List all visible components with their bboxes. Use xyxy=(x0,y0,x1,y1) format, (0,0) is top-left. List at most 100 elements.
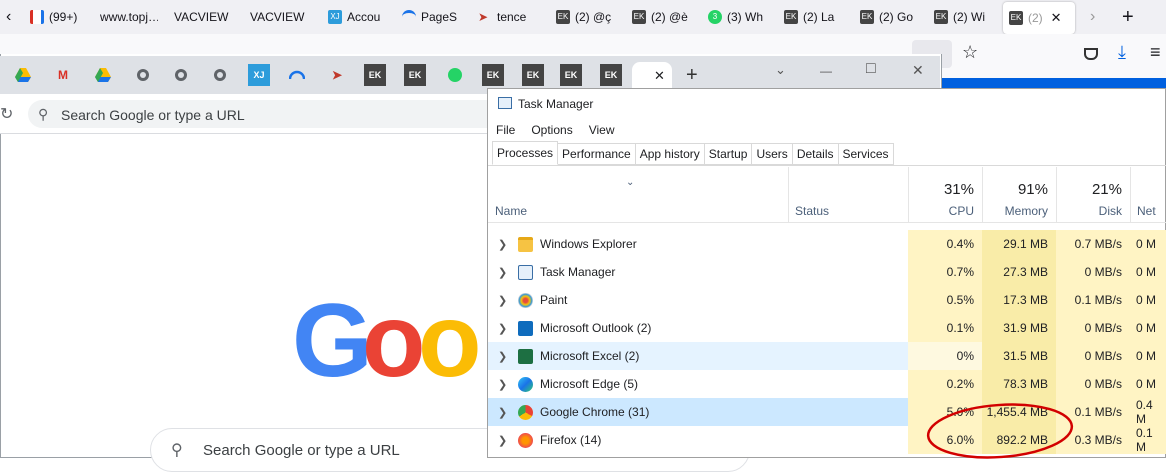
minimize-button[interactable]: — xyxy=(820,64,832,78)
reload-icon[interactable]: ↻ xyxy=(0,104,13,124)
column-network[interactable]: Net xyxy=(1130,167,1166,223)
excel-icon xyxy=(518,349,533,364)
expand-chevron-icon[interactable]: ❯ xyxy=(498,230,507,258)
google-drive-icon[interactable] xyxy=(92,64,114,86)
ek-icon[interactable]: EK xyxy=(600,64,622,86)
globe-icon[interactable] xyxy=(170,64,192,86)
search-placeholder: Search Google or type a URL xyxy=(203,442,400,459)
expand-chevron-icon[interactable]: ❯ xyxy=(498,258,507,286)
new-tab-button[interactable]: + xyxy=(1122,0,1138,34)
logo-letter: G xyxy=(292,283,373,399)
expand-chevron-icon[interactable]: ❯ xyxy=(498,426,507,454)
process-name: Microsoft Outlook (2) xyxy=(540,321,652,335)
firefox-tab-9[interactable]: 3 (3) Wh xyxy=(708,0,774,34)
ek-icon[interactable]: EK xyxy=(522,64,544,86)
logo-letter: o xyxy=(362,283,426,399)
tab-services[interactable]: Services xyxy=(838,143,894,165)
ek-icon: EK xyxy=(934,10,948,24)
globe-icon[interactable] xyxy=(132,64,154,86)
close-tab-icon[interactable]: ✕ xyxy=(1051,10,1062,26)
disk-value: 0 MB/s xyxy=(1056,258,1130,286)
process-row[interactable]: ❯ Task Manager 0.7% 27.3 MB 0 MB/s 0 M xyxy=(488,258,1166,286)
disk-value: 0.7 MB/s xyxy=(1056,230,1130,258)
tab-details[interactable]: Details xyxy=(792,143,839,165)
download-icon[interactable]: ⤓ xyxy=(1118,42,1126,63)
firefox-tab-11[interactable]: EK (2) Go xyxy=(860,0,916,34)
process-row[interactable]: ❯ Paint 0.5% 17.3 MB 0.1 MB/s 0 M xyxy=(488,286,1166,314)
tab-label: PageS xyxy=(421,10,457,24)
expand-chevron-icon[interactable]: ❯ xyxy=(498,398,507,426)
expand-chevron-icon[interactable]: ❯ xyxy=(498,286,507,314)
rocket-icon[interactable]: ➤ xyxy=(326,64,348,86)
tab-users[interactable]: Users xyxy=(752,143,793,165)
tab-scroll-left-icon[interactable]: ‹ xyxy=(6,0,22,34)
tab-label: (2) Go xyxy=(879,10,914,24)
column-label: Status xyxy=(795,204,830,218)
firefox-icon xyxy=(518,433,533,448)
task-manager-window: Task Manager File Options View Processes… xyxy=(487,88,1166,459)
google-drive-icon[interactable] xyxy=(12,64,34,86)
ek-icon[interactable]: EK xyxy=(560,64,582,86)
column-disk[interactable]: 21% Disk xyxy=(1056,167,1130,223)
sort-chevron-icon[interactable]: ⌄ xyxy=(626,177,634,188)
globe-icon[interactable] xyxy=(209,64,231,86)
expand-chevron-icon[interactable]: ❯ xyxy=(498,314,507,342)
network-value: 0 M xyxy=(1130,314,1166,342)
column-memory[interactable]: 91% Memory xyxy=(982,167,1056,223)
bookmark-star-icon[interactable]: ☆ xyxy=(962,42,978,63)
menu-options[interactable]: Options xyxy=(531,123,572,137)
firefox-tab-12[interactable]: EK (2) Wi xyxy=(934,0,996,34)
tab-performance[interactable]: Performance xyxy=(558,143,636,165)
firefox-tab-2[interactable]: VACVIEW xyxy=(174,0,234,34)
column-name[interactable]: Name xyxy=(495,204,527,218)
ek-icon[interactable]: EK xyxy=(404,64,426,86)
firefox-tab-6[interactable]: ➤ tence xyxy=(478,0,534,34)
menu-bar: File Options View xyxy=(488,119,623,141)
tab-startup[interactable]: Startup xyxy=(704,143,753,165)
network-value: 0 M xyxy=(1130,370,1166,398)
tab-scroll-right-icon[interactable]: › xyxy=(1090,0,1104,34)
tab-label: (2) La xyxy=(803,10,835,24)
maximize-button[interactable]: □ xyxy=(866,60,876,78)
tab-app-history[interactable]: App history xyxy=(635,143,705,165)
firefox-tab-10[interactable]: EK (2) La xyxy=(784,0,840,34)
firefox-tab-1[interactable]: www.topj… xyxy=(100,0,158,34)
disk-value: 0 MB/s xyxy=(1056,314,1130,342)
process-row[interactable]: ❯ Microsoft Edge (5) 0.2% 78.3 MB 0 MB/s 0 M xyxy=(488,370,1166,398)
process-row[interactable]: ❯ Windows Explorer 0.4% 29.1 MB 0.7 MB/s 0 M xyxy=(488,230,1166,258)
firefox-tab-5[interactable]: PageS xyxy=(402,0,457,34)
pagespeed-icon[interactable] xyxy=(286,64,308,86)
column-status[interactable]: Status xyxy=(788,167,908,223)
process-row[interactable]: ❯ Microsoft Excel (2) 0% 31.5 MB 0 MB/s 0 M xyxy=(488,342,1166,370)
xj-icon[interactable]: XJ xyxy=(248,64,270,86)
close-window-button[interactable]: ✕ xyxy=(912,62,924,79)
firefox-tab-7[interactable]: EK (2) @ç xyxy=(556,0,612,34)
tab-label: www.topj… xyxy=(100,10,158,24)
column-cpu[interactable]: 31% CPU xyxy=(908,167,982,223)
firefox-tab-3[interactable]: VACVIEW xyxy=(250,0,310,34)
ek-icon[interactable]: EK xyxy=(364,64,386,86)
tab-search-icon[interactable]: ⌄ xyxy=(775,62,786,78)
gmail-icon[interactable]: M xyxy=(52,64,74,86)
menu-view[interactable]: View xyxy=(589,123,615,137)
whatsapp-icon[interactable] xyxy=(444,64,466,86)
cpu-value: 0.7% xyxy=(908,258,982,286)
process-row[interactable]: ❯ Microsoft Outlook (2) 0.1% 31.9 MB 0 MB/s 0… xyxy=(488,314,1166,342)
firefox-tab-8[interactable]: EK (2) @è xyxy=(632,0,688,34)
close-tab-icon[interactable]: ✕ xyxy=(654,68,665,84)
column-label: CPU xyxy=(948,204,974,218)
pocket-icon[interactable] xyxy=(1084,48,1098,60)
edge-icon xyxy=(518,377,533,392)
firefox-tab-0[interactable]: (99+) xyxy=(30,0,85,34)
new-tab-button[interactable]: + xyxy=(686,64,698,87)
menu-icon[interactable]: ≡ xyxy=(1150,42,1161,63)
process-name: Firefox (14) xyxy=(540,433,602,447)
firefox-tab-active[interactable]: EK (2) ✕ xyxy=(1003,2,1075,34)
expand-chevron-icon[interactable]: ❯ xyxy=(498,370,507,398)
tab-label: (3) Wh xyxy=(727,10,763,24)
firefox-tab-4[interactable]: XJ Accou xyxy=(328,0,383,34)
menu-file[interactable]: File xyxy=(496,123,515,137)
tab-processes[interactable]: Processes xyxy=(492,141,559,165)
expand-chevron-icon[interactable]: ❯ xyxy=(498,342,507,370)
ek-icon[interactable]: EK xyxy=(482,64,504,86)
